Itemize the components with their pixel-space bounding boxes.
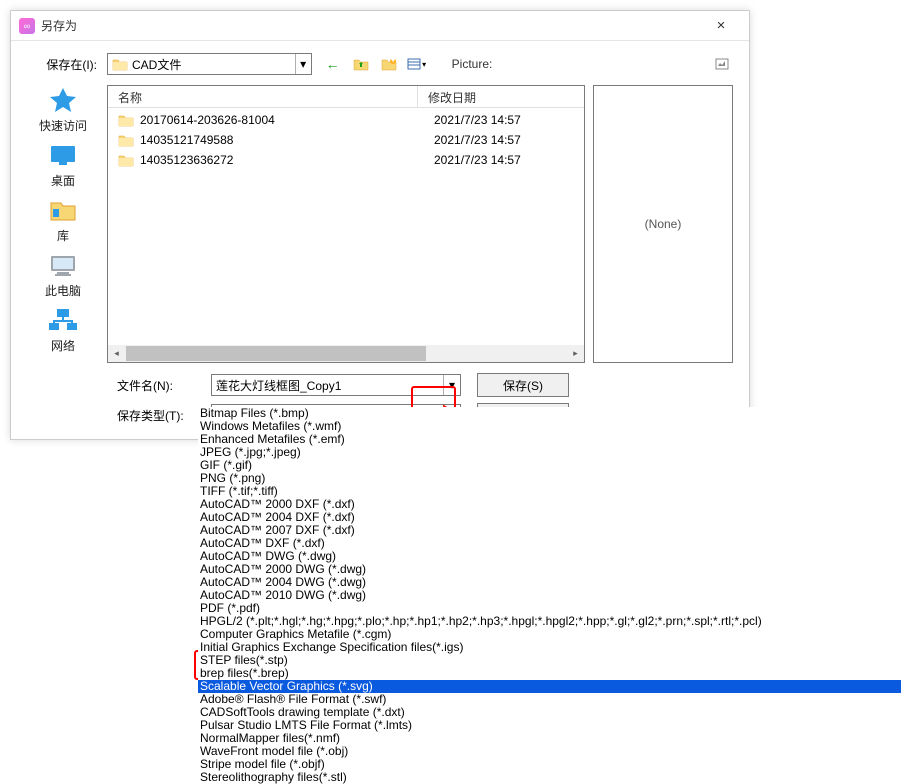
preview-toggle-button[interactable]	[711, 54, 733, 74]
folder-icon	[118, 113, 134, 127]
desktop-icon	[45, 140, 81, 170]
preview-none-text: (None)	[645, 217, 682, 231]
folder-icon	[112, 57, 128, 71]
place-libraries[interactable]: 库	[33, 195, 93, 244]
filetype-option[interactable]: Enhanced Metafiles (*.emf)	[198, 433, 901, 446]
filename-value[interactable]: 莲花大灯线框图_Copy1	[216, 377, 443, 394]
list-item[interactable]: 140351217495882021/7/23 14:57	[108, 130, 584, 150]
close-button[interactable]: ×	[701, 12, 741, 40]
filetype-option[interactable]: Stereolithography files(*.stl)	[198, 771, 901, 784]
filetype-option[interactable]: AutoCAD™ 2010 DWG (*.dwg)	[198, 589, 901, 602]
filename-label: 文件名(N):	[27, 377, 205, 394]
places-bar: 快速访问 桌面 库 此	[27, 85, 99, 363]
quick-access-icon	[45, 85, 81, 115]
place-label: 快速访问	[39, 117, 87, 134]
place-label: 库	[57, 227, 69, 244]
scroll-thumb[interactable]	[126, 346, 426, 361]
filetype-option[interactable]: GIF (*.gif)	[198, 459, 901, 472]
midarea: 快速访问 桌面 库 此	[27, 85, 733, 363]
network-icon	[45, 305, 81, 335]
location-text: CAD文件	[132, 56, 295, 73]
preview-pane: (None)	[593, 85, 733, 363]
filetype-dropdown-list[interactable]: Bitmap Files (*.bmp)Windows Metafiles (*…	[198, 407, 901, 784]
column-date[interactable]: 修改日期	[418, 86, 584, 107]
libraries-icon	[45, 195, 81, 225]
column-name[interactable]: 名称	[108, 86, 418, 107]
this-pc-icon	[45, 250, 81, 280]
svg-text:✦: ✦	[388, 57, 397, 66]
list-item[interactable]: 140351236362722021/7/23 14:57	[108, 150, 584, 170]
filetype-label: 保存类型(T):	[27, 407, 205, 424]
place-label: 此电脑	[45, 282, 81, 299]
horizontal-scrollbar[interactable]: ◂ ▸	[108, 345, 584, 362]
view-menu-button[interactable]: ▾	[406, 54, 428, 74]
save-in-label: 保存在(I):	[27, 56, 97, 73]
item-date: 2021/7/23 14:57	[424, 113, 521, 127]
dialog-body: 保存在(I): CAD文件 ▾ ← ✦ ▾ Picture:	[11, 41, 749, 439]
file-rows[interactable]: 20170614-203626-810042021/7/23 14:571403…	[108, 108, 584, 345]
toolbar-icons: ← ✦ ▾	[322, 54, 428, 74]
item-date: 2021/7/23 14:57	[424, 153, 521, 167]
filetype-option[interactable]: PNG (*.png)	[198, 472, 901, 485]
filename-combo[interactable]: 莲花大灯线框图_Copy1 ▾	[211, 374, 461, 396]
scroll-left-arrow[interactable]: ◂	[108, 345, 125, 362]
place-network[interactable]: 网络	[33, 305, 93, 354]
new-folder-button[interactable]: ✦	[378, 54, 400, 74]
place-desktop[interactable]: 桌面	[33, 140, 93, 189]
preview-label: Picture:	[452, 57, 493, 71]
filename-dropdown-arrow[interactable]: ▾	[443, 375, 460, 395]
window-title: 另存为	[41, 17, 701, 34]
file-list-header[interactable]: 名称 修改日期	[108, 86, 584, 108]
location-combo[interactable]: CAD文件 ▾	[107, 53, 312, 75]
up-folder-button[interactable]	[350, 54, 372, 74]
save-as-dialog: ∞ 另存为 × 保存在(I): CAD文件 ▾ ← ✦ ▾	[10, 10, 750, 440]
app-icon: ∞	[19, 18, 35, 34]
scroll-right-arrow[interactable]: ▸	[567, 345, 584, 362]
list-item[interactable]: 20170614-203626-810042021/7/23 14:57	[108, 110, 584, 130]
item-date: 2021/7/23 14:57	[424, 133, 521, 147]
item-name: 20170614-203626-81004	[140, 113, 424, 127]
place-quick-access[interactable]: 快速访问	[33, 85, 93, 134]
filetype-option[interactable]: Initial Graphics Exchange Specification …	[198, 641, 901, 654]
folder-icon	[118, 153, 134, 167]
topbar: 保存在(I): CAD文件 ▾ ← ✦ ▾ Picture:	[27, 53, 733, 75]
filetype-option[interactable]: JPEG (*.jpg;*.jpeg)	[198, 446, 901, 459]
folder-icon	[118, 133, 134, 147]
item-name: 14035121749588	[140, 133, 424, 147]
location-dropdown-arrow[interactable]: ▾	[295, 54, 311, 74]
filetype-option[interactable]: Stripe model file (*.objf)	[198, 758, 901, 771]
filename-row: 文件名(N): 莲花大灯线框图_Copy1 ▾ 保存(S)	[27, 373, 733, 397]
item-name: 14035123636272	[140, 153, 424, 167]
place-this-pc[interactable]: 此电脑	[33, 250, 93, 299]
back-button[interactable]: ←	[322, 54, 344, 74]
file-list[interactable]: 名称 修改日期 20170614-203626-810042021/7/23 1…	[107, 85, 585, 363]
save-button[interactable]: 保存(S)	[477, 373, 569, 397]
place-label: 桌面	[51, 172, 75, 189]
filetype-option[interactable]: STEP files(*.stp)	[198, 654, 901, 667]
place-label: 网络	[51, 337, 75, 354]
titlebar[interactable]: ∞ 另存为 ×	[11, 11, 749, 41]
